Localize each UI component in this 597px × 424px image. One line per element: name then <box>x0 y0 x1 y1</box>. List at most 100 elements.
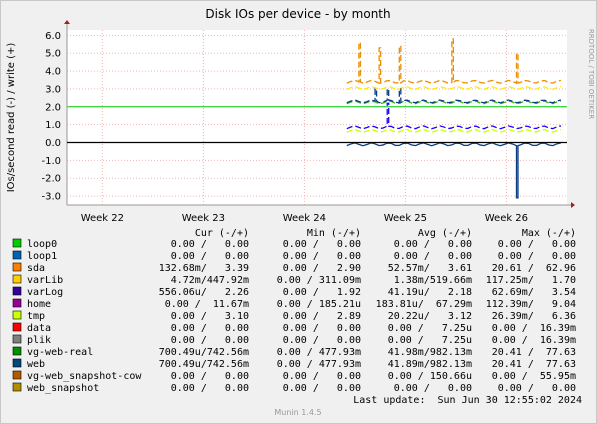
x-tick-label: Week 24 <box>283 213 326 224</box>
legend-min-sda: 0.00 / 2.90 <box>283 263 361 274</box>
legend-avg-sda: 52.57m/ 3.61 <box>388 263 472 274</box>
x-tick-label: Week 23 <box>182 213 225 224</box>
legend-swatch-loop0 <box>12 238 22 248</box>
legend-swatch-varLog <box>12 286 22 296</box>
y-axis-arrow <box>64 20 70 24</box>
legend-min-loop0: 0.00 / 0.00 <box>283 239 361 250</box>
y-tick-label: 6.0 <box>45 31 61 42</box>
y-tick-label: 2.0 <box>45 102 61 113</box>
legend-avg-loop1: 0.00 / 0.00 <box>394 251 472 262</box>
legend-swatch-home <box>12 298 22 308</box>
legend-label-varLog: varLog <box>27 287 63 298</box>
legend-max-web: 20.41 / 77.63 <box>492 359 576 370</box>
legend-label-loop1: loop1 <box>27 251 57 262</box>
legend-avg-plik: 0.00 / 7.25u <box>388 335 472 346</box>
x-tick-label: Week 26 <box>485 213 528 224</box>
legend-avg-vg-web-real: 41.98m/982.13m <box>388 347 472 358</box>
legend-min-varLog: 0.00 / 1.92 <box>283 287 361 298</box>
y-tick-label: -1.0 <box>41 156 61 167</box>
legend-avg-vg-web_snapshot-cow: 0.00 / 150.66u <box>388 371 472 382</box>
legend-label-sda: sda <box>27 263 45 274</box>
legend-min-varLib: 0.00 / 311.09m <box>277 275 361 286</box>
legend-header-avg: Avg (-/+) <box>418 228 472 239</box>
legend-max-loop0: 0.00 / 0.00 <box>498 239 576 250</box>
y-tick-label: 3.0 <box>45 84 61 95</box>
legend-swatch-vg-web-real <box>12 346 22 356</box>
legend-max-loop1: 0.00 / 0.00 <box>498 251 576 262</box>
legend-cur-data: 0.00 / 0.00 <box>171 323 249 334</box>
legend-cur-loop1: 0.00 / 0.00 <box>171 251 249 262</box>
legend-cur-tmp: 0.00 / 3.10 <box>171 311 249 322</box>
legend-swatch-tmp <box>12 310 22 320</box>
y-tick-label: 5.0 <box>45 49 61 60</box>
last-update: Last update: Sun Jun 30 12:55:02 2024 <box>353 395 582 406</box>
legend-cur-vg-web-real: 700.49u/742.56m <box>159 347 249 358</box>
legend-max-varLib: 117.25m/ 1.70 <box>486 275 576 286</box>
legend-cur-loop0: 0.00 / 0.00 <box>171 239 249 250</box>
legend-cur-plik: 0.00 / 0.00 <box>171 335 249 346</box>
legend-avg-web_snapshot: 0.00 / 0.00 <box>394 383 472 394</box>
legend-swatch-vg-web_snapshot-cow <box>12 370 22 380</box>
legend-min-web_snapshot: 0.00 / 0.00 <box>283 383 361 394</box>
y-tick-label: 4.0 <box>45 67 61 78</box>
legend-header-cur: Cur (-/+) <box>195 228 249 239</box>
legend-cur-varLib: 4.72m/447.92m <box>171 275 249 286</box>
legend-avg-varLog: 41.19u/ 2.18 <box>388 287 472 298</box>
y-tick-label: -2.0 <box>41 174 61 185</box>
legend-avg-data: 0.00 / 7.25u <box>388 323 472 334</box>
legend-label-vg-web_snapshot-cow: vg-web_snapshot-cow <box>27 371 142 382</box>
legend-min-web: 0.00 / 477.93m <box>277 359 361 370</box>
legend-header-min: Min (-/+) <box>307 228 361 239</box>
legend-max-plik: 0.00 / 16.39m <box>492 335 576 346</box>
chart-title: Disk IOs per device - by month <box>205 7 390 21</box>
legend-max-data: 0.00 / 16.39m <box>492 323 576 334</box>
y-axis-label: IOs/second read (-) / write (+) <box>6 43 17 193</box>
legend-label-tmp: tmp <box>27 311 45 322</box>
legend-swatch-plik <box>12 334 22 344</box>
legend-label-web_snapshot: web_snapshot <box>27 383 99 394</box>
legend-max-web_snapshot: 0.00 / 0.00 <box>498 383 576 394</box>
legend-cur-vg-web_snapshot-cow: 0.00 / 0.00 <box>171 371 249 382</box>
legend-label-web: web <box>27 359 45 370</box>
x-axis-arrow <box>571 202 575 208</box>
legend-swatch-web_snapshot <box>12 382 22 392</box>
legend-cur-web: 700.49u/742.56m <box>159 359 249 370</box>
legend-label-plik: plik <box>27 335 51 346</box>
legend-cur-sda: 132.68m/ 3.39 <box>159 263 249 274</box>
legend-max-tmp: 26.39m/ 6.36 <box>492 311 576 322</box>
legend-swatch-data <box>12 322 22 332</box>
legend-avg-home: 183.81u/ 67.29m <box>376 299 472 310</box>
legend-min-loop1: 0.00 / 0.00 <box>283 251 361 262</box>
legend-swatch-web <box>12 358 22 368</box>
plot-area <box>67 30 567 205</box>
x-tick-label: Week 25 <box>384 213 427 224</box>
legend-label-vg-web-real: vg-web-real <box>27 347 93 358</box>
legend-min-plik: 0.00 / 0.00 <box>283 335 361 346</box>
legend-cur-home: 0.00 / 11.67m <box>165 299 249 310</box>
y-tick-label: 1.0 <box>45 120 61 131</box>
legend-max-sda: 20.61 / 62.96 <box>492 263 576 274</box>
legend-label-data: data <box>27 323 51 334</box>
disk-io-chart: 6.0 5.0 4.0 3.0 2.0 1.0 0.0 -1.0 -2.0 -3.0 Week 22… <box>6 7 595 417</box>
watermark: RRDTOOL / TOBI OETIKER <box>587 29 595 119</box>
legend-min-home: 0.00 / 185.21u <box>277 299 361 310</box>
legend-label-loop0: loop0 <box>27 239 57 250</box>
legend-avg-tmp: 20.22u/ 3.12 <box>388 311 472 322</box>
legend-max-home: 112.39m/ 9.04 <box>486 299 576 310</box>
legend-max-vg-web_snapshot-cow: 0.00 / 55.95m <box>492 371 576 382</box>
legend-swatch-varLib <box>12 274 22 284</box>
legend-max-varLog: 62.69m/ 3.54 <box>492 287 576 298</box>
y-tick-label: -3.0 <box>41 192 61 203</box>
legend-min-tmp: 0.00 / 2.89 <box>283 311 361 322</box>
legend-label-home: home <box>27 299 51 310</box>
legend-header-max: Max (-/+) <box>522 228 576 239</box>
legend-min-data: 0.00 / 0.00 <box>283 323 361 334</box>
legend-swatch-loop1 <box>12 250 22 260</box>
legend-max-vg-web-real: 20.41 / 77.63 <box>492 347 576 358</box>
generator-label: Munin 1.4.5 <box>274 408 321 417</box>
legend-min-vg-web_snapshot-cow: 0.00 / 0.00 <box>283 371 361 382</box>
legend-cur-varLog: 556.06u/ 2.26 <box>159 287 249 298</box>
legend-avg-loop0: 0.00 / 0.00 <box>394 239 472 250</box>
legend-swatch-sda <box>12 262 22 272</box>
y-tick-label: 0.0 <box>45 138 61 149</box>
